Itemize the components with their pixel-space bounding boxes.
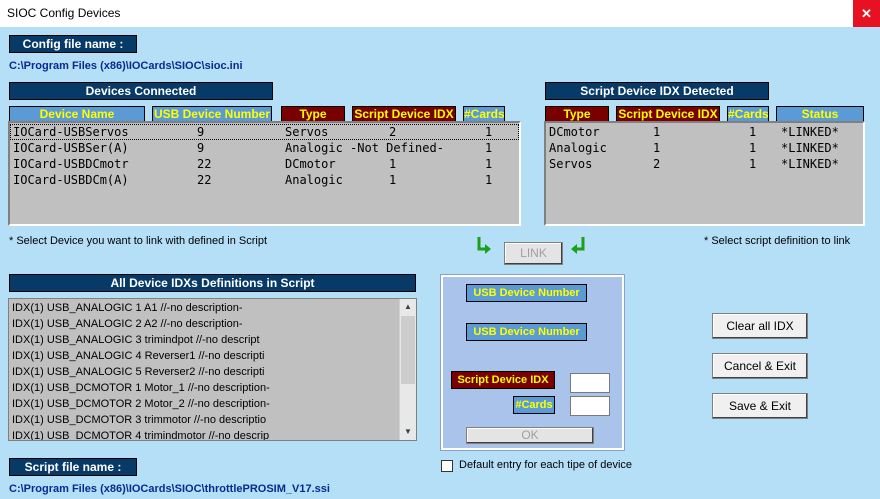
definitions-scrollbar[interactable]: ▲ ▼ [399, 299, 416, 440]
config-file-path: C:\Program Files (x86)\IOCards\SIOC\sioc… [9, 60, 243, 72]
devices-connected-list[interactable]: IOCard-USBServos 9 Servos 2 1 IOCard-USB… [8, 121, 521, 226]
header-status: Status [776, 106, 864, 122]
header-cards: #Cards [463, 106, 505, 122]
definitions-list[interactable]: IDX(1) USB_ANALOGIC 1 A1 //-no descripti… [8, 298, 417, 441]
scroll-up-icon[interactable]: ▲ [400, 299, 416, 315]
header-script-device-idx: Script Device IDX [352, 106, 456, 122]
header-device-name: Device Name [9, 106, 145, 122]
cards-input[interactable] [570, 396, 610, 416]
script-idx-row[interactable]: DCmotor 1 1 *LINKED* [546, 124, 863, 140]
list-item[interactable]: IDX(1) USB_DCMOTOR 3 trimmotor //-no des… [12, 412, 266, 428]
script-file-label: Script file name : [9, 458, 137, 476]
scroll-down-icon[interactable]: ▼ [400, 424, 416, 440]
list-item[interactable]: IDX(1) USB_ANALOGIC 2 A2 //-no descripti… [12, 316, 242, 332]
list-item[interactable]: IDX(1) USB_ANALOGIC 4 Reverser1 //-no de… [12, 348, 264, 364]
ok-button[interactable]: OK [466, 427, 594, 444]
arrow-down-left-icon [571, 237, 585, 254]
header-script-cards: #Cards [727, 106, 769, 122]
scroll-thumb[interactable] [401, 316, 415, 384]
default-entry-checkbox[interactable] [441, 460, 453, 472]
usb-device-number-label-2: USB Device Number [466, 323, 587, 341]
device-row[interactable]: IOCard-USBSer(A) 9 Analogic -Not Defined… [10, 140, 519, 156]
list-item[interactable]: IDX(1) USB_DCMOTOR 1 Motor_1 //-no descr… [12, 380, 270, 396]
usb-device-number-label-1: USB Device Number [466, 284, 587, 302]
list-item[interactable]: IDX(1) USB_ANALOGIC 1 A1 //-no descripti… [12, 300, 242, 316]
arrow-down-right-icon [477, 237, 491, 254]
device-row[interactable]: IOCard-USBDCmotr 22 DCmotor 1 1 [10, 156, 519, 172]
link-form-panel: USB Device Number USB Device Number Scri… [441, 275, 624, 450]
title-bar: SIOC Config Devices ✕ [0, 0, 880, 27]
header-usb-device-number: USB Device Number [152, 106, 272, 122]
window-title: SIOC Config Devices [7, 6, 121, 20]
definitions-label: All Device IDXs Definitions in Script [9, 274, 416, 292]
script-idx-row[interactable]: Servos 2 1 *LINKED* [546, 156, 863, 172]
cards-label: #Cards [513, 396, 555, 414]
default-entry-label: Default entry for each tipe of device [459, 459, 633, 471]
header-script-idx: Script Device IDX [616, 106, 720, 122]
list-item[interactable]: IDX(1) USB_ANALOGIC 3 trimindpot //-no d… [12, 332, 260, 348]
script-idx-list[interactable]: DCmotor 1 1 *LINKED* Analogic 1 1 *LINKE… [544, 121, 865, 226]
script-idx-note: * Select script definition to link [704, 235, 851, 247]
script-file-path: C:\Program Files (x86)\IOCards\SIOC\thro… [9, 483, 330, 495]
close-icon[interactable]: ✕ [853, 0, 880, 27]
script-idx-row[interactable]: Analogic 1 1 *LINKED* [546, 140, 863, 156]
device-row[interactable]: IOCard-USBServos 9 Servos 2 1 [10, 124, 519, 140]
config-file-label: Config file name : [9, 35, 137, 53]
script-device-idx-label: Script Device IDX [451, 371, 555, 389]
devices-connected-label: Devices Connected [9, 82, 273, 100]
devices-note: * Select Device you want to link with de… [9, 235, 268, 247]
list-item[interactable]: IDX(1) USB_DCMOTOR 2 Motor_2 //-no descr… [12, 396, 270, 412]
save-exit-button[interactable]: Save & Exit [712, 393, 808, 419]
device-row[interactable]: IOCard-USBDCm(A) 22 Analogic 1 1 [10, 172, 519, 188]
list-item[interactable]: IDX(1) USB_DCMOTOR 4 trimindmotor //-no … [12, 428, 269, 440]
cancel-exit-button[interactable]: Cancel & Exit [712, 353, 808, 379]
header-script-type: Type [545, 106, 609, 122]
clear-all-idx-button[interactable]: Clear all IDX [712, 313, 808, 339]
script-device-idx-input[interactable] [570, 373, 610, 393]
list-item[interactable]: IDX(1) USB_ANALOGIC 5 Reverser2 //-no de… [12, 364, 264, 380]
link-button[interactable]: LINK [504, 242, 563, 265]
sioc-config-window: SIOC Config Devices ✕ Config file name :… [0, 0, 880, 499]
script-idx-detected-label: Script Device IDX Detected [545, 82, 769, 100]
header-type: Type [281, 106, 345, 122]
